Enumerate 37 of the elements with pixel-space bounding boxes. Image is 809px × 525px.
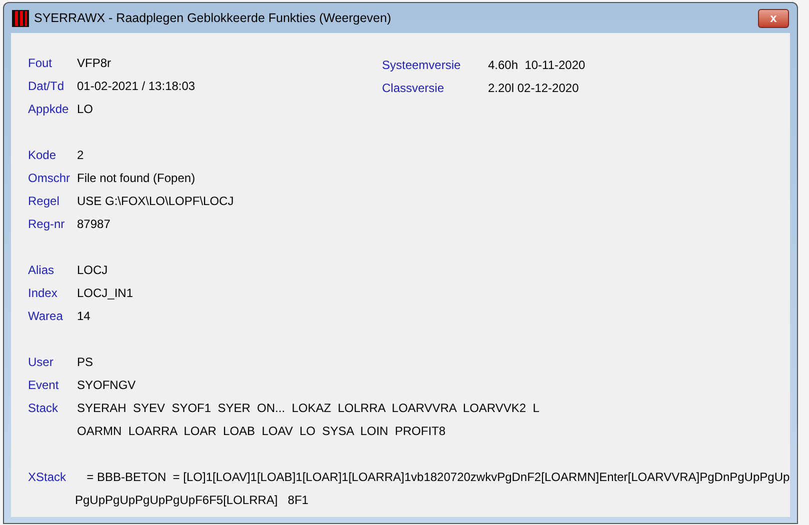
- field-value: File not found (Fopen): [77, 170, 196, 187]
- field-label: Regel: [28, 193, 60, 210]
- field-label: User: [28, 354, 54, 371]
- field-label: Alias: [28, 262, 56, 279]
- field-label: Reg-nr: [28, 216, 66, 233]
- field-value: 2.20l 02-12-2020: [488, 80, 579, 97]
- field-value: LOCJ: [77, 262, 108, 279]
- field-value: LO: [77, 101, 94, 118]
- field-value: OARMN LOARRA LOAR LOAB LOAV LO SYSA LOIN PROFIT8: [77, 423, 447, 440]
- field-label: Appkde: [28, 101, 70, 118]
- field-label: Event: [28, 377, 60, 394]
- field-value: VFP8r: [77, 55, 112, 72]
- field-label: Stack: [28, 400, 60, 417]
- field-label: Index: [28, 285, 58, 302]
- field-label: Classversie: [382, 80, 446, 97]
- field-label: Warea: [28, 308, 64, 325]
- field-label: Fout: [28, 55, 54, 72]
- field-value: LOCJ_IN1: [77, 285, 134, 302]
- field-value: SYERAH SYEV SYOF1 SYER ON... LOKAZ LOLRRA LOARVVRA LOARVVK2 L: [77, 400, 540, 417]
- field-label: Kode: [28, 147, 58, 164]
- field-value: 2: [77, 147, 84, 164]
- field-value: 14: [77, 308, 90, 325]
- field-value: 4.60h 10-11-2020: [488, 57, 586, 74]
- window-title: SYERRAWX - Raadplegen Geblokkeerde Funkties (Weergeven): [34, 10, 392, 27]
- field-value: = BBB-BETON = [LO]1[LOAV]1[LOAB]1[LOAR]1[LOARRA]1vb1820720zwkvPgDnF2[LOARMN]Enter[LOARVVRA]PgDnPgUpPgUp: [86, 469, 790, 486]
- field-value: USE G:\FOX\LO\LOPF\LOCJ: [77, 193, 234, 210]
- field-value: PgUpPgUpPgUpPgUpF6F5[LOLRRA] 8F1: [75, 492, 310, 509]
- field-label: Omschr: [28, 170, 71, 187]
- field-value: 87987: [77, 216, 110, 233]
- field-value: PS: [77, 354, 94, 371]
- close-button[interactable]: x: [758, 8, 789, 28]
- field-label: XStack: [28, 469, 68, 486]
- field-value: 01-02-2021 / 13:18:03: [77, 78, 196, 95]
- field-value: SYOFNGV: [77, 377, 136, 394]
- field-label: Dat/Td: [28, 78, 66, 95]
- app-icon: [12, 10, 29, 26]
- field-label: Systeemversie: [382, 57, 462, 74]
